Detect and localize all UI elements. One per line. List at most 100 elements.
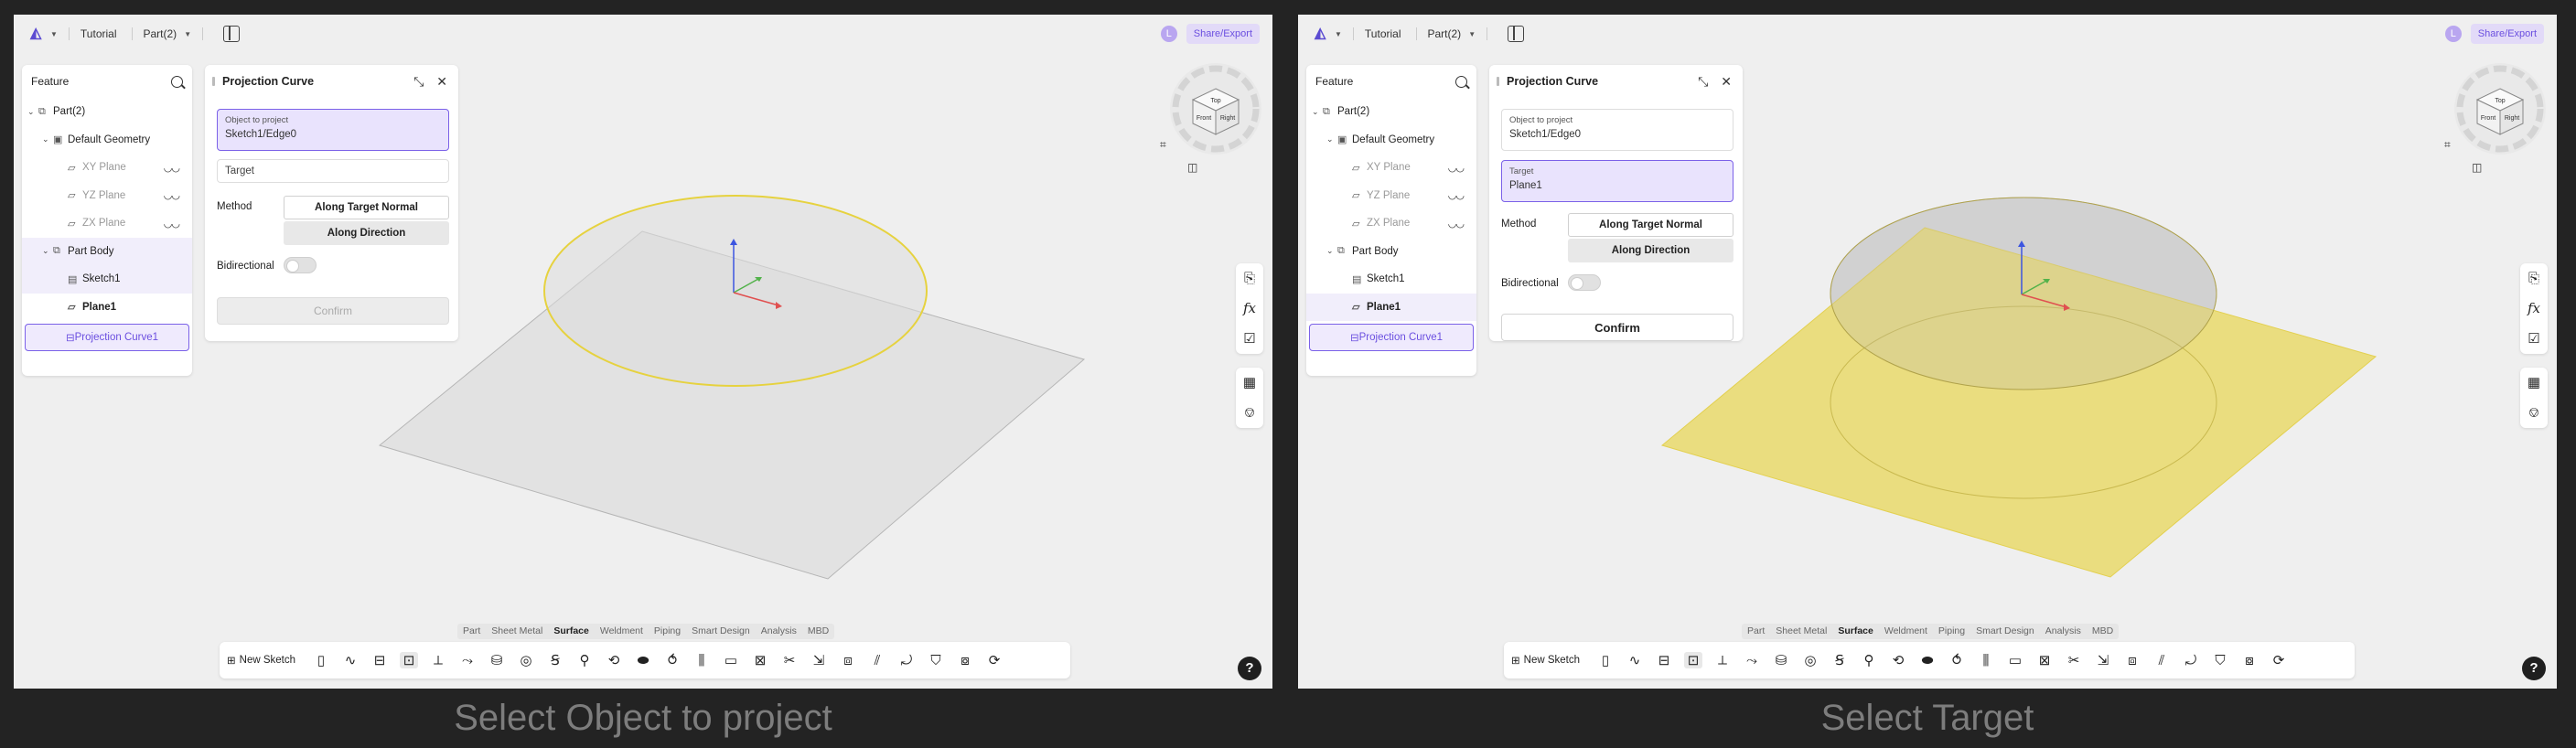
tree-item-yz-plane[interactable]: ▱ YZ Plane ◡◡ <box>1306 182 1476 210</box>
fit-view-icon[interactable]: ⌗ <box>1160 138 1166 152</box>
reference-plane-tool-icon[interactable]: ▯ <box>1596 652 1615 668</box>
target-field[interactable]: Target <box>217 159 449 183</box>
object-to-project-field[interactable]: Object to project Sketch1/Edge0 <box>1501 109 1733 151</box>
tree-item-zx-plane[interactable]: ▱ ZX Plane ◡◡ <box>1306 209 1476 238</box>
chevron-down-icon[interactable]: ⌄ <box>42 246 53 256</box>
tab-mbd[interactable]: MBD <box>802 624 834 639</box>
boundary-surface-tool-icon[interactable]: ⟲ <box>605 652 623 668</box>
spline-tool-icon[interactable]: ⤳ <box>1743 653 1761 668</box>
tab-surface[interactable]: Surface <box>548 624 595 639</box>
more-tools-icon[interactable]: ⟳ <box>2270 652 2288 668</box>
tree-item-sketch1[interactable]: ▤ Sketch1 <box>1306 265 1476 294</box>
tab-mbd[interactable]: MBD <box>2087 624 2119 639</box>
confirm-button[interactable]: Confirm <box>217 297 449 325</box>
revolve-surface-tool-icon[interactable]: ◎ <box>1801 652 1819 668</box>
visibility-hidden-icon[interactable]: ◡◡ <box>164 189 180 201</box>
extend-surface-tool-icon[interactable]: ⇲ <box>2094 652 2112 668</box>
curve-tool-icon[interactable]: ∿ <box>341 652 360 668</box>
display-mode-icon[interactable]: ◫ <box>2472 161 2482 174</box>
close-icon[interactable]: ✕ <box>1721 74 1732 90</box>
chevron-down-icon[interactable]: ⌄ <box>42 134 53 144</box>
bidirectional-toggle[interactable] <box>1568 274 1601 291</box>
chevron-down-icon[interactable]: ⌄ <box>1312 107 1323 117</box>
wrap-tool-icon[interactable]: ⥀ <box>663 652 682 668</box>
formula-icon[interactable]: fx <box>1243 294 1256 324</box>
parameters-icon[interactable]: ⎘ <box>2528 263 2539 294</box>
breadcrumb-tutorial[interactable]: Tutorial <box>1365 27 1401 40</box>
tree-item-projection-curve1[interactable]: ⊟ Projection Curve1 <box>25 324 189 351</box>
object-to-project-field[interactable]: Object to project Sketch1/Edge0 <box>217 109 449 151</box>
app-logo-icon[interactable]: ◭ <box>30 26 47 42</box>
pin-icon[interactable]: ⤡ <box>1698 74 1708 90</box>
tab-weldment[interactable]: Weldment <box>1879 624 1933 639</box>
chevron-down-icon[interactable]: ⌄ <box>1326 246 1337 256</box>
tree-item-xy-plane[interactable]: ▱ XY Plane ◡◡ <box>1306 154 1476 182</box>
help-button[interactable]: ? <box>2522 657 2546 680</box>
wrap-tool-icon[interactable]: ⥀ <box>1948 652 1966 668</box>
planar-surface-tool-icon[interactable]: ⊠ <box>751 652 769 668</box>
offset-curve-tool-icon[interactable]: ⊟ <box>1655 652 1673 668</box>
tree-item-projection-curve1[interactable]: ⊟ Projection Curve1 <box>1309 324 1474 351</box>
tree-item-part-body[interactable]: ⌄ ⧉ Part Body <box>22 237 192 265</box>
boundary-surface-tool-icon[interactable]: ⟲ <box>1889 652 1907 668</box>
sweep-surface-tool-icon[interactable]: Ꞩ <box>546 652 564 668</box>
chevron-down-icon[interactable]: ▼ <box>50 30 58 38</box>
formula-icon[interactable]: fx <box>2528 294 2540 324</box>
view-cube-front[interactable]: Front <box>2481 115 2496 122</box>
measure-icon[interactable]: ⎊ <box>2528 398 2539 428</box>
view-cube[interactable]: Top Front Right <box>1165 63 1266 164</box>
breadcrumb-part[interactable]: Part(2) <box>144 27 177 40</box>
tree-item-xy-plane[interactable]: ▱ XY Plane ◡◡ <box>22 154 192 182</box>
new-sketch-button[interactable]: ⊞ New Sketch <box>227 654 295 667</box>
breadcrumb-part[interactable]: Part(2) <box>1428 27 1462 40</box>
avatar[interactable]: L <box>1160 26 1177 42</box>
split-curve-tool-icon[interactable]: ⟂ <box>429 653 447 668</box>
spline-tool-icon[interactable]: ⤳ <box>458 653 477 668</box>
view-cube-right[interactable]: Right <box>2505 115 2519 122</box>
new-sketch-button[interactable]: ⊞ New Sketch <box>1511 654 1580 667</box>
tree-item-default-geometry[interactable]: ⌄ ▣ Default Geometry <box>22 126 192 155</box>
tab-sheet-metal[interactable]: Sheet Metal <box>486 624 548 639</box>
tree-item-part[interactable]: ⌄ ⧉ Part(2) <box>1306 98 1476 126</box>
calculator-icon[interactable]: ▦ <box>2528 368 2540 398</box>
delete-face-tool-icon[interactable]: ⧇ <box>2240 653 2259 668</box>
search-icon[interactable] <box>1455 75 1467 88</box>
app-logo-icon[interactable]: ◭ <box>1315 26 1331 42</box>
tree-item-part-body[interactable]: ⌄ ⧉ Part Body <box>1306 238 1476 266</box>
tree-item-yz-plane[interactable]: ▱ YZ Plane ◡◡ <box>22 182 192 210</box>
projection-curve-tool-icon[interactable]: ⊡ <box>1684 652 1702 668</box>
tab-part[interactable]: Part <box>1742 624 1770 639</box>
calculator-icon[interactable]: ▦ <box>1243 368 1256 398</box>
view-cube[interactable]: Top Front Right <box>2450 63 2550 164</box>
replace-face-tool-icon[interactable]: ⛉ <box>2211 653 2229 668</box>
panel-toggle-icon[interactable] <box>1508 26 1525 42</box>
delete-face-tool-icon[interactable]: ⧇ <box>956 653 974 668</box>
loft-surface-tool-icon[interactable]: ⚲ <box>1860 652 1878 668</box>
along-target-normal-button[interactable]: Along Target Normal <box>284 196 449 219</box>
planar-surface-tool-icon[interactable]: ⊠ <box>2035 652 2054 668</box>
ruled-surface-tool-icon[interactable]: ⫼ <box>1977 653 1995 668</box>
search-icon[interactable] <box>171 75 183 88</box>
view-cube-front[interactable]: Front <box>1197 115 1211 122</box>
offset-curve-tool-icon[interactable]: ⊟ <box>370 652 389 668</box>
fillet-surface-tool-icon[interactable]: ⤾ <box>897 653 916 668</box>
knit-surface-tool-icon[interactable]: ⧈ <box>2123 653 2141 668</box>
tab-part[interactable]: Part <box>457 624 486 639</box>
more-tools-icon[interactable]: ⟳ <box>985 652 1004 668</box>
chevron-down-icon[interactable]: ▼ <box>184 30 191 38</box>
checklist-icon[interactable]: ☑ <box>2528 324 2539 354</box>
tab-piping[interactable]: Piping <box>1933 624 1970 639</box>
along-direction-button[interactable]: Along Direction <box>284 221 449 245</box>
tree-item-part[interactable]: ⌄ ⧉ Part(2) <box>22 98 192 126</box>
offset-surface-tool-icon[interactable]: ▭ <box>2006 652 2024 668</box>
view-cube-right[interactable]: Right <box>1220 115 1235 122</box>
view-cube-top[interactable]: Top <box>1210 98 1220 104</box>
knit-surface-tool-icon[interactable]: ⧈ <box>839 653 857 668</box>
visibility-hidden-icon[interactable]: ◡◡ <box>164 218 180 230</box>
extrude-surface-tool-icon[interactable]: ⛁ <box>488 652 506 668</box>
trim-surface-tool-icon[interactable]: ✂ <box>780 652 799 668</box>
visibility-hidden-icon[interactable]: ◡◡ <box>164 162 180 174</box>
drag-handle-icon[interactable] <box>212 77 215 86</box>
help-button[interactable]: ? <box>1238 657 1261 680</box>
avatar[interactable]: L <box>2444 26 2462 42</box>
